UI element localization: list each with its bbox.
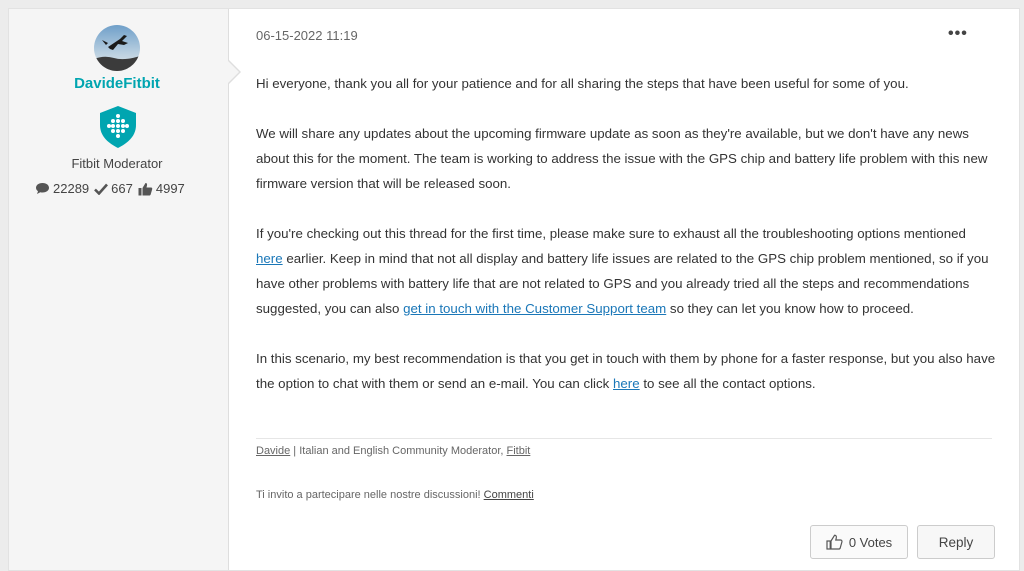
paragraph-3-text-a: If you're checking out this thread for t… [256, 226, 966, 241]
paragraph-4: In this scenario, my best recommendation… [256, 346, 996, 396]
moderator-badge-icon [98, 105, 138, 149]
forum-post: DavideFitbit Fitbit Moderator 22289 667 … [8, 8, 1020, 571]
post-options-menu-icon[interactable]: ••• [948, 25, 968, 43]
author-pane: DavideFitbit Fitbit Moderator 22289 667 … [9, 9, 229, 570]
invite-text: Ti invito a partecipare nelle nostre dis… [256, 489, 484, 501]
author-stats: 22289 667 4997 [35, 181, 187, 196]
votes-button[interactable]: 0 Votes [810, 525, 908, 559]
thumbs-up-icon [138, 182, 153, 195]
checkmark-icon [94, 183, 109, 195]
kudos-count: 4997 [155, 181, 185, 196]
customer-support-link[interactable]: get in touch with the Customer Support t… [403, 301, 666, 316]
posts-count: 22289 [53, 181, 90, 196]
author-rank: Fitbit Moderator [71, 156, 163, 171]
signature-line: Davide | Italian and English Community M… [256, 445, 530, 457]
signature-text: | Italian and English Community Moderato… [290, 445, 507, 457]
pane-pointer [228, 61, 239, 83]
signature-name-link[interactable]: Davide [256, 445, 290, 457]
paragraph-3-text-c: so they can let you know how to proceed. [666, 301, 914, 316]
paragraph-1: Hi everyone, thank you all for your pati… [256, 76, 909, 91]
comment-icon [36, 183, 49, 194]
reply-button[interactable]: Reply [917, 525, 995, 559]
thumbs-up-outline-icon [826, 534, 843, 550]
signature-invite: Ti invito a partecipare nelle nostre dis… [256, 489, 534, 501]
post-date: 06-15-2022 11:19 [256, 28, 358, 43]
paragraph-2: We will share any updates about the upco… [256, 126, 988, 191]
post-body: Hi everyone, thank you all for your pati… [256, 71, 996, 421]
signature-company-link[interactable]: Fitbit [507, 445, 531, 457]
invite-link[interactable]: Commenti [484, 489, 534, 501]
votes-label: 0 Votes [848, 534, 893, 550]
signature-divider [256, 438, 992, 439]
paragraph-3: If you're checking out this thread for t… [256, 221, 996, 321]
avatar[interactable] [94, 25, 140, 71]
author-username[interactable]: DavideFitbit [9, 75, 225, 92]
solutions-count: 667 [111, 181, 133, 196]
troubleshooting-here-link[interactable]: here [256, 251, 283, 266]
paragraph-4-text-b: to see all the contact options. [639, 376, 816, 391]
contact-options-link[interactable]: here [613, 376, 640, 391]
